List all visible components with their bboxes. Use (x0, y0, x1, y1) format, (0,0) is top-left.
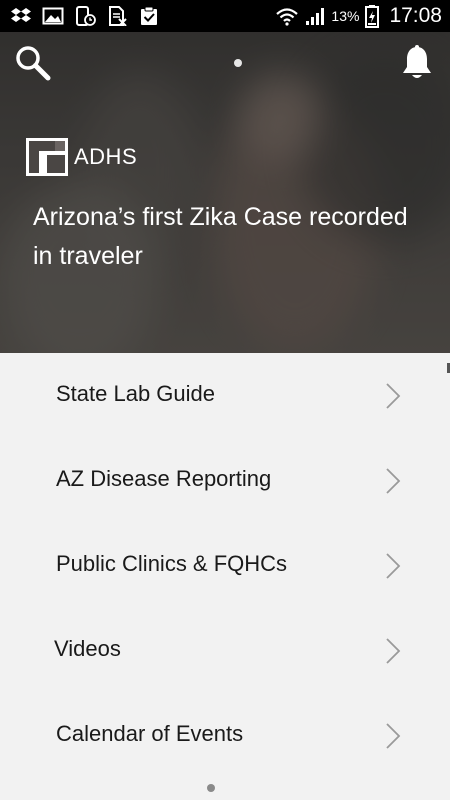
hero-headline[interactable]: Arizona’s first Zika Case recorded in tr… (33, 198, 423, 276)
chevron-right-icon (386, 468, 401, 494)
menu-item-label: Videos (54, 636, 121, 661)
menu-item-label: Public Clinics & FQHCs (56, 551, 288, 576)
menu-item-az-disease-reporting[interactable]: AZ Disease Reporting (0, 438, 450, 523)
system-indicators: 13% 17:08 (275, 0, 442, 32)
page-indicator-dot (234, 59, 242, 67)
battery-percent: 13% (331, 8, 360, 24)
logo-text: ADHS (74, 144, 138, 169)
sim-off-icon (109, 6, 127, 26)
hero-overlay (0, 32, 450, 353)
menu-item-public-clinics[interactable]: Public Clinics & FQHCs (0, 523, 450, 608)
menu-item-label: Calendar of Events (56, 721, 244, 746)
dropbox-icon (11, 8, 31, 22)
chevron-right-icon (386, 638, 401, 664)
menu-item-state-lab-guide[interactable]: State Lab Guide (0, 353, 450, 438)
menu-item-label: State Lab Guide (56, 381, 216, 406)
page-indicator-dot (207, 784, 215, 792)
wifi-icon (276, 8, 299, 26)
notification-icons (10, 6, 160, 26)
menu-item-calendar-of-events[interactable]: Calendar of Events (0, 693, 450, 778)
bell-icon[interactable] (400, 44, 434, 82)
search-icon[interactable] (14, 44, 52, 82)
hero-banner[interactable]: ADHS Arizona’s first Zika Case recorded … (0, 32, 450, 353)
adhs-logo-mark-icon (26, 138, 68, 176)
menu-item-label: AZ Disease Reporting (56, 466, 272, 491)
chevron-right-icon (386, 723, 401, 749)
menu-item-videos[interactable]: Videos (0, 608, 450, 693)
battery-icon (365, 5, 380, 28)
signal-icon (306, 8, 325, 25)
adhs-logo: ADHS (25, 137, 137, 177)
chevron-right-icon (386, 383, 401, 409)
status-bar: 13% 17:08 (0, 0, 450, 32)
image-icon (42, 7, 64, 25)
phone-clock-icon (76, 6, 96, 26)
clock: 17:08 (389, 4, 442, 27)
menu-list: State Lab Guide AZ Disease Reporting Pub… (0, 353, 450, 800)
chevron-right-icon (386, 553, 401, 579)
clipboard-check-icon (141, 6, 157, 25)
